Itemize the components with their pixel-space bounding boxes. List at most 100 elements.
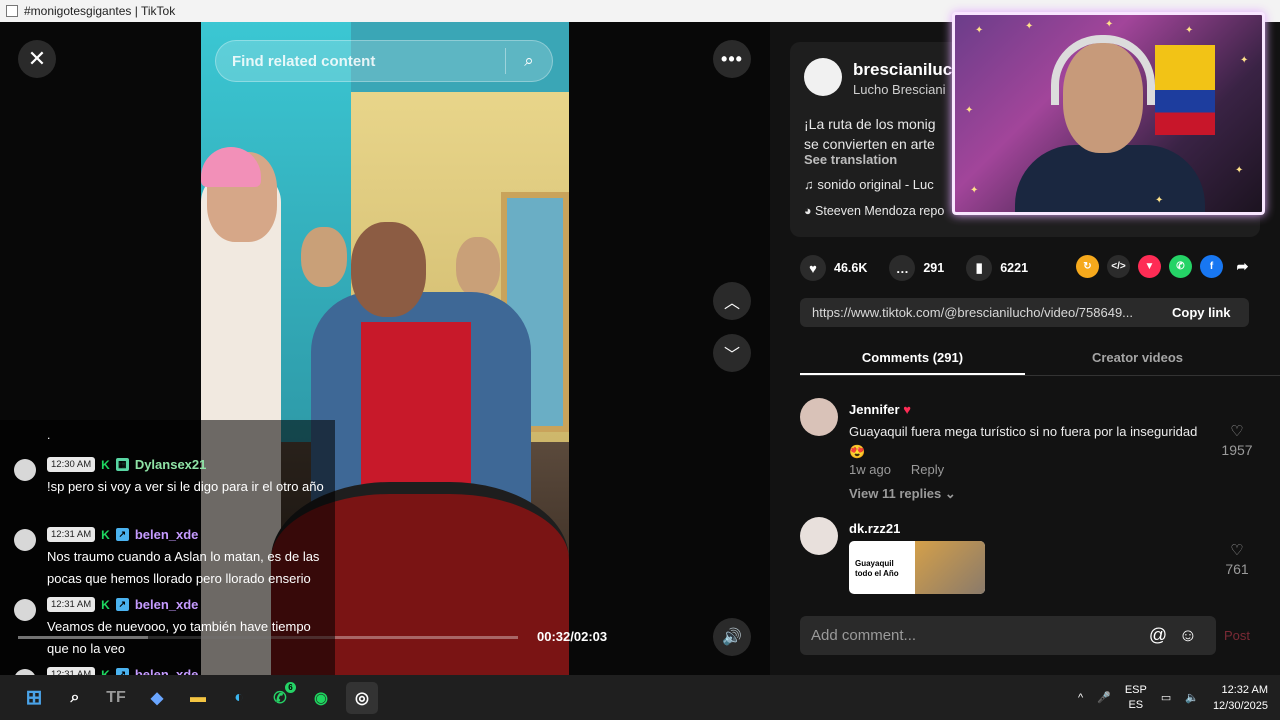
video-url[interactable]: https://www.tiktok.com/@brescianilucho/v… [800,305,1156,320]
comment-image-caption: Guayaquil todo el Año [855,559,899,578]
repost-avatar-icon: ◕ [804,204,816,218]
whatsapp-badge: 6 [285,681,296,693]
avatar[interactable] [800,398,838,436]
comment-age: 1w ago [849,462,891,477]
obs-studio-icon[interactable]: ◎ [346,681,378,714]
comment-like[interactable]: ♡ 761 [1217,541,1257,577]
language-indicator[interactable]: ESP ES [1125,683,1147,713]
search-icon[interactable]: ⌕ [506,51,552,71]
bookmark-icon[interactable]: ▮ [966,255,993,281]
whatsapp-icon[interactable]: ✆ [1169,255,1192,278]
streamer-webcam-overlay: ✦ ✦ ✦ ✦ ✦ ✦ ✦ ✦ ✦ [952,12,1265,215]
chevron-down-icon: ﹀ [723,347,740,364]
comment-composer: @ ☺ [800,616,1216,655]
chat-text: Veamos de nuevooo, yo también have tiemp… [47,619,311,656]
next-video-button[interactable]: ﹀ [713,334,751,372]
speaker-icon[interactable]: 🔈 [1185,691,1199,704]
creator-avatar[interactable] [804,58,842,96]
avatar [14,459,36,481]
comment-item: dk.rzz21 Guayaquil todo el Año ♡ 761 [800,517,1260,597]
speaker-icon: 🔊 [722,629,742,646]
sub-badge-icon: ↗ [115,528,129,541]
see-translation-link[interactable]: See translation [804,152,897,167]
chevron-down-icon: ⌄ [944,486,956,501]
time-display: 00:32/02:03 [537,629,608,644]
sub-badge-icon: ↗ [115,668,129,675]
chat-username[interactable]: Dylansex21 [135,457,207,472]
spotify-icon[interactable]: ◉ [305,682,337,714]
comment-username[interactable]: dk.rzz21 [849,521,900,536]
heart-badge-icon: ♥ [903,402,911,417]
copy-link-button[interactable]: Copy link [1156,305,1231,320]
related-search-bar[interactable]: ⌕ [215,40,553,82]
kick-badge-icon: K [101,527,110,542]
chat-username[interactable]: belen_xde [135,527,199,542]
app-tf-icon[interactable]: TF [100,682,132,714]
microphone-icon[interactable]: 🎤 [1097,691,1111,704]
avatar [14,529,36,551]
related-search-input[interactable] [216,52,506,70]
chat-timestamp: 12:31 AM [47,527,96,542]
whatsapp-taskbar-icon[interactable]: ✆ 6 [264,681,296,714]
kick-badge-icon: K [101,457,110,472]
system-clock[interactable]: 12:32 AM 12/30/2025 [1213,682,1268,714]
volume-button[interactable]: 🔊 [713,618,751,656]
post-button[interactable]: Post [1224,628,1250,643]
comment-image[interactable]: Guayaquil todo el Año [849,541,985,594]
tab-comments[interactable]: Comments (291) [800,344,1025,375]
creator-name: Lucho Bresciani [853,82,946,97]
windows-taskbar: ⊞ ⌕ TF ◆ ▬ ◐ ✆ 6 ◉ ◎ ^ 🎤 ESP ES ▭ 🔈 12:32 … [0,675,1280,720]
window-title: #monigotesgigantes | TikTok [24,4,176,18]
save-count: 6221 [1000,261,1029,275]
close-button[interactable]: ✕ [18,40,56,78]
send-icon[interactable]: ▼ [1138,255,1161,278]
creator-handle[interactable]: brescianiluc [853,60,952,80]
chat-timestamp: 12:31 AM [47,667,96,675]
more-icon: ••• [721,48,743,69]
repost-icon[interactable]: ↻ [1076,255,1099,278]
comment-like[interactable]: ♡ 1957 [1217,422,1257,458]
facebook-icon[interactable]: f [1200,255,1223,278]
like-count: 46.6K [834,261,868,275]
embed-icon[interactable]: </> [1107,255,1130,278]
view-replies-button[interactable]: View 11 replies ⌄ [849,486,956,502]
video-link-box: https://www.tiktok.com/@brescianilucho/v… [800,298,1249,327]
app-diamond-icon[interactable]: ◆ [141,682,173,714]
chevron-up-icon: ︿ [723,295,740,312]
network-icon[interactable]: ▭ [1161,691,1171,704]
heart-outline-icon: ♡ [1230,423,1244,440]
share-arrow-icon[interactable]: ➦ [1231,255,1254,278]
search-icon[interactable]: ⌕ [59,682,91,714]
reply-button[interactable]: Reply [911,462,944,477]
chat-username[interactable]: belen_xde [135,597,199,612]
post-caption: ¡La ruta de los monig se convierten en a… [804,116,936,152]
comment-input[interactable] [800,627,1140,644]
comment-icon[interactable]: … [889,255,916,281]
chevron-up-icon[interactable]: ^ [1078,692,1083,704]
sidebar-tabs: Comments (291) Creator videos [800,344,1280,376]
heart-icon[interactable]: ♥ [800,255,826,281]
share-buttons: ↻ </> ▼ ✆ f ➦ [1076,255,1254,278]
emoji-icon[interactable]: ☺ [1176,625,1200,646]
mention-icon[interactable]: @ [1146,625,1170,646]
sub-badge-icon: ▦ [115,458,129,471]
system-tray: ^ 🎤 ESP ES ▭ 🔈 12:32 AM 12/30/2025 [1078,675,1268,720]
avatar[interactable] [800,517,838,555]
repost-info[interactable]: ◕ Steeven Mendoza repo [804,204,944,218]
more-options-button[interactable]: ••• [713,40,751,78]
previous-video-button[interactable]: ︿ [713,282,751,320]
kick-badge-icon: K [101,667,110,676]
windows-start-icon[interactable]: ⊞ [18,682,50,714]
chat-timestamp: 12:30 AM [47,457,96,472]
comment-like-count: 1957 [1221,442,1253,458]
heart-outline-icon: ♡ [1230,542,1244,559]
comment-username[interactable]: Jennifer ♥ [849,402,911,417]
avatar [14,599,36,621]
file-explorer-icon[interactable]: ▬ [182,682,214,714]
tab-creator-videos[interactable]: Creator videos [1025,344,1250,375]
edge-browser-icon[interactable]: ◐ [223,682,255,714]
engagement-stats: ♥ 46.6K … 291 ▮ 6221 [800,255,1028,281]
music-link[interactable]: ♫ sonido original - Luc [804,177,934,192]
chat-username[interactable]: belen_xde [135,667,199,675]
kick-badge-icon: K [101,597,110,612]
